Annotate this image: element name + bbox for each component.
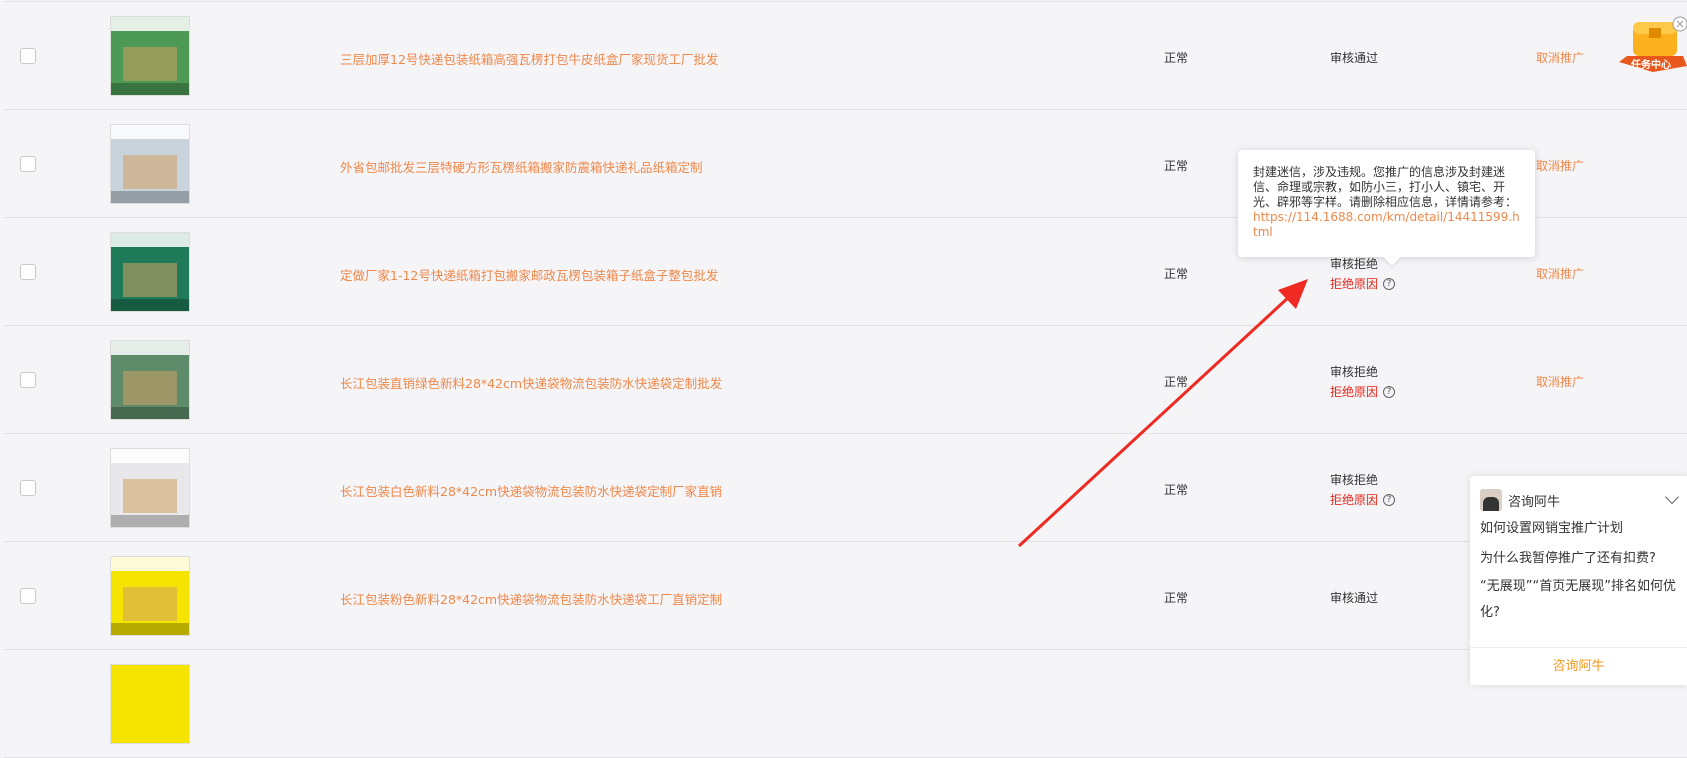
chat-title: 咨询阿牛 (1508, 494, 1561, 510)
task-center-label: 任务中心 (1631, 60, 1671, 71)
consult-chat-panel: 咨询阿牛 如何设置网销宝推广计划 为什么我暂停推广了还有扣费? “无展现”“首页… (1470, 476, 1687, 685)
chat-question[interactable]: “无展现”“首页无展现”排名如何优化? (1470, 574, 1687, 626)
cow-avatar (1480, 489, 1502, 511)
consult-button[interactable]: 咨询阿牛 (1470, 647, 1687, 685)
red-arrow-annotation (1017, 279, 1308, 548)
chat-question[interactable]: 如何设置网销宝推广计划 (1470, 514, 1687, 544)
chat-question[interactable]: 为什么我暂停推广了还有扣费? (1470, 544, 1687, 574)
chevron-down-icon[interactable] (1664, 489, 1680, 505)
task-center-badge[interactable]: 任务中心 (1617, 10, 1687, 80)
